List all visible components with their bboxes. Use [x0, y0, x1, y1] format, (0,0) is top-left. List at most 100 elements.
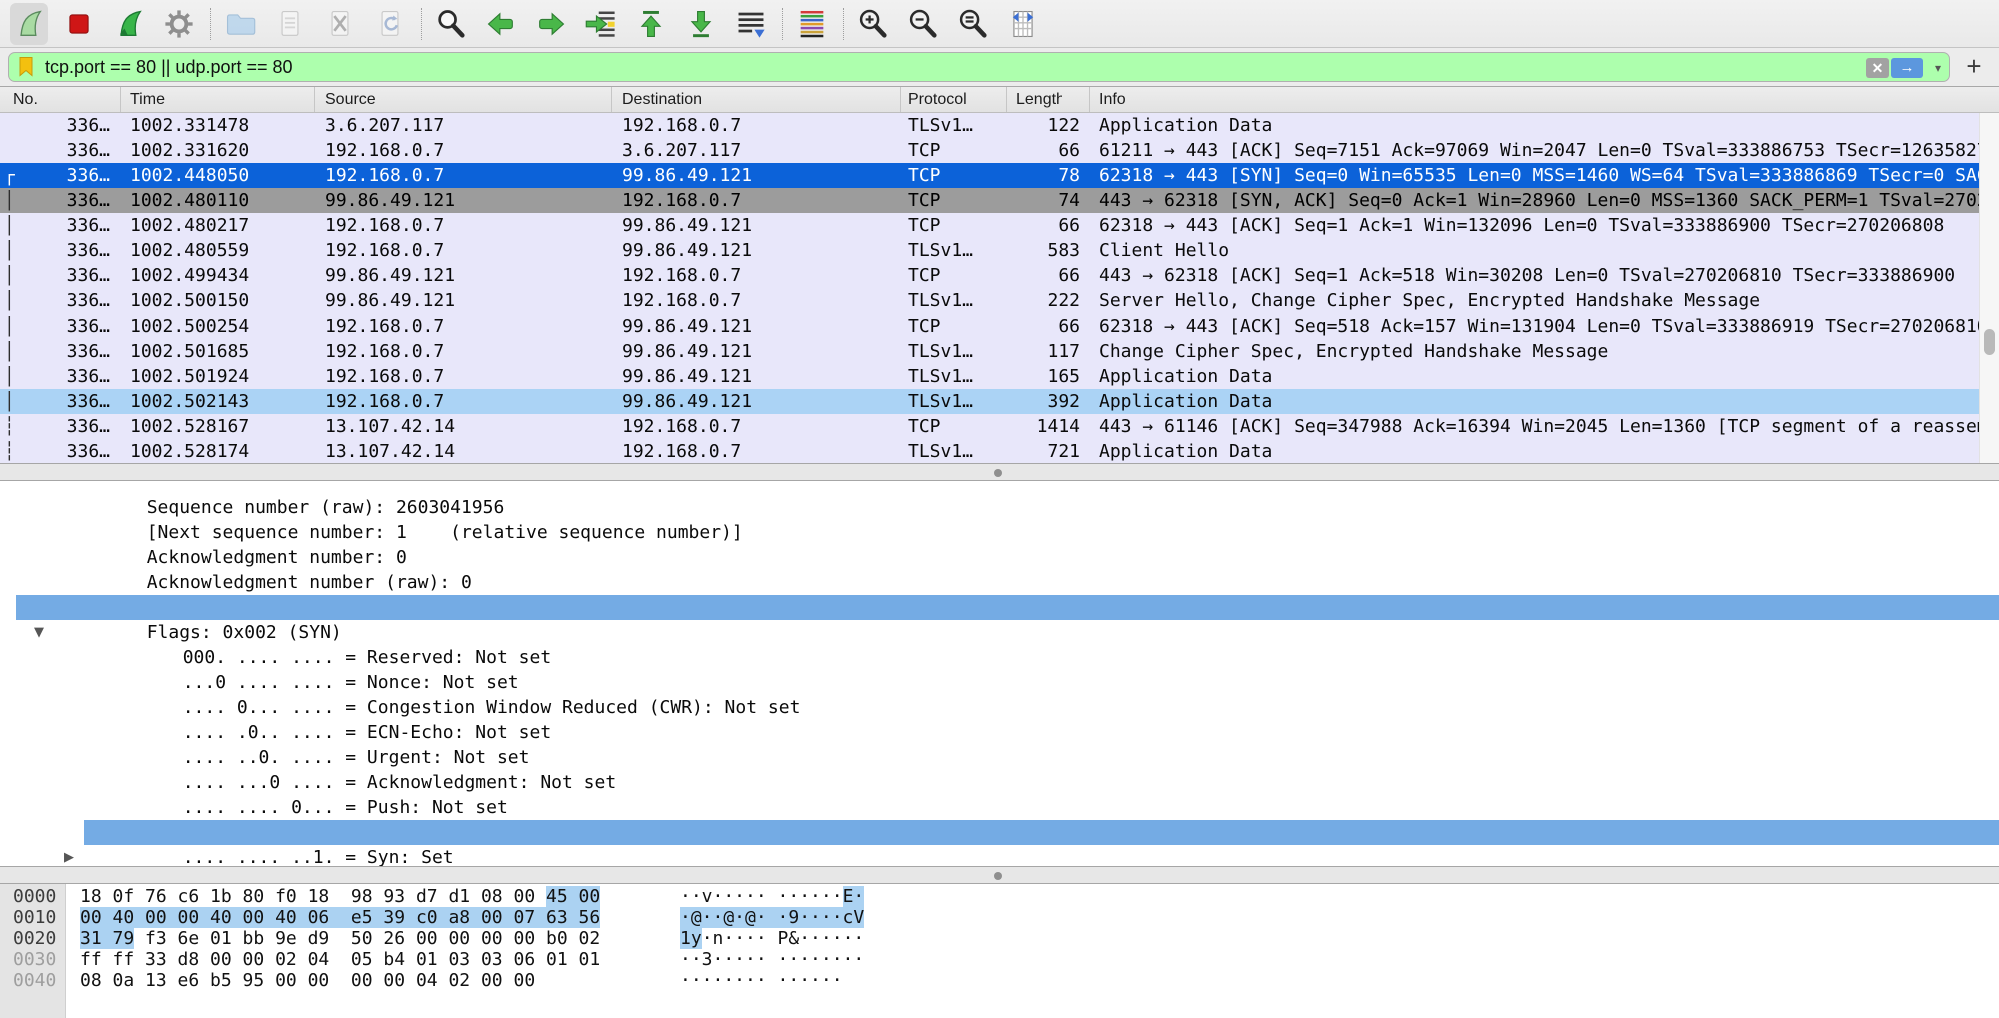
go-last-packet-button[interactable]: [682, 3, 720, 45]
detail-line[interactable]: Acknowledgment number (raw): 0: [0, 545, 1999, 570]
detail-line[interactable]: 000. .... .... = Reserved: Not set: [0, 620, 1999, 645]
packet-time: 1002.502143: [121, 391, 315, 412]
capture-options-button[interactable]: [160, 3, 198, 45]
column-header-info[interactable]: Info: [1090, 87, 1999, 112]
packet-row[interactable]: ┌336… 1002.448050 192.168.0.7 99.86.49.1…: [0, 163, 1979, 188]
detail-line[interactable]: .... .0.. .... = ECN-Echo: Not set: [0, 695, 1999, 720]
hex-row[interactable]: 0040 08 0a 13 e6 b5 95 00 00 00 00 04 02…: [0, 971, 1999, 992]
detail-line[interactable]: 1011 .... = Header Length: 44 bytes (11): [0, 570, 1999, 595]
list-details-splitter[interactable]: [0, 463, 1999, 481]
zoom-reset-button[interactable]: [954, 3, 992, 45]
details-bytes-splitter[interactable]: [0, 866, 1999, 884]
stop-icon: [62, 7, 96, 41]
display-filter-input[interactable]: tcp.port == 80 || udp.port == 80 ✕ → ▾: [8, 52, 1950, 82]
restart-capture-button[interactable]: [110, 3, 148, 45]
detail-line[interactable]: ▼Flags: 0x002 (SYN): [0, 595, 1999, 620]
packet-row[interactable]: │336… 1002.501924 192.168.0.7 99.86.49.1…: [0, 364, 1979, 389]
close-capture-button[interactable]: [321, 3, 359, 45]
filter-expression[interactable]: tcp.port == 80 || udp.port == 80: [45, 57, 293, 78]
zoom-in-button[interactable]: [854, 3, 892, 45]
packet-row[interactable]: │336… 1002.480110 99.86.49.121 192.168.0…: [0, 188, 1979, 213]
packet-number: 336…: [67, 265, 110, 286]
start-capture-button[interactable]: [10, 3, 48, 45]
packet-destination: 99.86.49.121: [612, 215, 901, 236]
open-capture-button[interactable]: [221, 3, 259, 45]
detail-line[interactable]: ...0 .... .... = Nonce: Not set: [0, 645, 1999, 670]
packet-protocol: TCP: [901, 316, 1007, 337]
conversation-mark: │: [4, 240, 15, 261]
conversation-mark: │: [4, 290, 15, 311]
reload-capture-button[interactable]: [371, 3, 409, 45]
hex-bytes: f3 6e 01 bb 9e d9 50 26 00 00 00 00 b0 0…: [134, 928, 600, 949]
apply-filter-button[interactable]: →: [1891, 58, 1923, 78]
add-filter-button[interactable]: +: [1960, 54, 1988, 80]
packet-time: 1002.480110: [121, 190, 315, 211]
ascii-text: ·n···· P&······: [702, 928, 865, 949]
detail-line[interactable]: .... .... .0.. = Reset: Not set: [0, 795, 1999, 820]
detail-line[interactable]: ▶.... .... ..1. = Syn: Set: [0, 820, 1999, 845]
hex-row[interactable]: 0000 18 0f 76 c6 1b 80 f0 18 98 93 d7 d1…: [0, 887, 1999, 908]
column-header-protocol[interactable]: Protocol: [901, 87, 1007, 112]
packet-row[interactable]: ┆336… 1002.528167 13.107.42.14 192.168.0…: [0, 414, 1979, 439]
detail-line[interactable]: .... 0... .... = Congestion Window Reduc…: [0, 670, 1999, 695]
hex-offset: 0000: [13, 887, 56, 908]
column-header-length[interactable]: Length: [1007, 87, 1090, 112]
packet-time: 1002.480559: [121, 240, 315, 261]
detail-line[interactable]: .... ..0. .... = Urgent: Not set: [0, 720, 1999, 745]
packet-info: Application Data: [1090, 391, 1979, 412]
packet-source: 192.168.0.7: [315, 215, 612, 236]
go-bottom-icon: [684, 7, 718, 41]
column-header-no[interactable]: No.: [0, 87, 121, 112]
packet-row[interactable]: │336… 1002.502143 192.168.0.7 99.86.49.1…: [0, 389, 1979, 414]
packet-row[interactable]: 336… 1002.331478 3.6.207.117 192.168.0.7…: [0, 113, 1979, 138]
hex-bytes: ff ff 33 d8 00 00 02 04 05 b4 01 03 03 0…: [80, 949, 600, 970]
save-capture-button[interactable]: [271, 3, 309, 45]
hex-row[interactable]: 0020 31 79 f3 6e 01 bb 9e d9 50 26 00 00…: [0, 929, 1999, 950]
detail-line[interactable]: .... .... ...0 = Fin: Not set: [0, 845, 1999, 866]
detail-line[interactable]: .... .... 0... = Push: Not set: [0, 770, 1999, 795]
packet-row[interactable]: │336… 1002.501685 192.168.0.7 99.86.49.1…: [0, 339, 1979, 364]
packet-row[interactable]: │336… 1002.500150 99.86.49.121 192.168.0…: [0, 288, 1979, 313]
detail-line[interactable]: [Next sequence number: 1 (relative seque…: [0, 495, 1999, 520]
detail-line[interactable]: Acknowledgment number: 0: [0, 520, 1999, 545]
filter-history-caret[interactable]: ▾: [1935, 61, 1941, 75]
conversation-mark: │: [4, 391, 15, 412]
packet-protocol: TLSv1…: [901, 341, 1007, 362]
detail-line[interactable]: .... ...0 .... = Acknowledgment: Not set: [0, 745, 1999, 770]
packet-row[interactable]: │336… 1002.499434 99.86.49.121 192.168.0…: [0, 263, 1979, 288]
zoom-in-icon: [856, 7, 890, 41]
packet-row[interactable]: 336… 1002.331620 192.168.0.7 3.6.207.117…: [0, 138, 1979, 163]
go-first-packet-button[interactable]: [632, 3, 670, 45]
hex-row[interactable]: 0010 00 40 00 00 40 00 40 06 e5 39 c0 a8…: [0, 908, 1999, 929]
folder-icon: [223, 7, 257, 41]
restart-fin-icon: [112, 7, 146, 41]
scrollbar-thumb[interactable]: [1984, 329, 1995, 355]
colorize-packets-button[interactable]: [793, 3, 831, 45]
zoom-out-button[interactable]: [904, 3, 942, 45]
packet-row[interactable]: │336… 1002.480217 192.168.0.7 99.86.49.1…: [0, 213, 1979, 238]
packet-time: 1002.499434: [121, 265, 315, 286]
go-back-button[interactable]: [482, 3, 520, 45]
clear-filter-button[interactable]: ✕: [1866, 58, 1889, 78]
packet-row[interactable]: │336… 1002.480559 192.168.0.7 99.86.49.1…: [0, 238, 1979, 263]
packet-row[interactable]: ┆336… 1002.528174 13.107.42.14 192.168.0…: [0, 439, 1979, 464]
arrow-right-icon: [534, 7, 568, 41]
detail-line[interactable]: Sequence number (raw): 2603041956: [0, 481, 1999, 495]
packet-list-scrollbar[interactable]: [1979, 113, 1999, 463]
column-header-time[interactable]: Time: [121, 87, 315, 112]
auto-scroll-button[interactable]: [732, 3, 770, 45]
find-packet-button[interactable]: [432, 3, 470, 45]
hex-offset: 0020: [13, 929, 56, 950]
bookmark-icon[interactable]: [17, 56, 35, 78]
packet-source: 192.168.0.7: [315, 165, 612, 186]
resize-columns-button[interactable]: [1004, 3, 1042, 45]
column-header-destination[interactable]: Destination: [612, 87, 901, 112]
conversation-mark: ┆: [4, 416, 15, 437]
go-to-packet-button[interactable]: [582, 3, 620, 45]
hex-row[interactable]: 0030 ff ff 33 d8 00 00 02 04 05 b4 01 03…: [0, 950, 1999, 971]
go-forward-button[interactable]: [532, 3, 570, 45]
packet-row[interactable]: │336… 1002.500254 192.168.0.7 99.86.49.1…: [0, 314, 1979, 339]
packet-protocol: TLSv1…: [901, 115, 1007, 136]
stop-capture-button[interactable]: [60, 3, 98, 45]
column-header-source[interactable]: Source: [315, 87, 612, 112]
